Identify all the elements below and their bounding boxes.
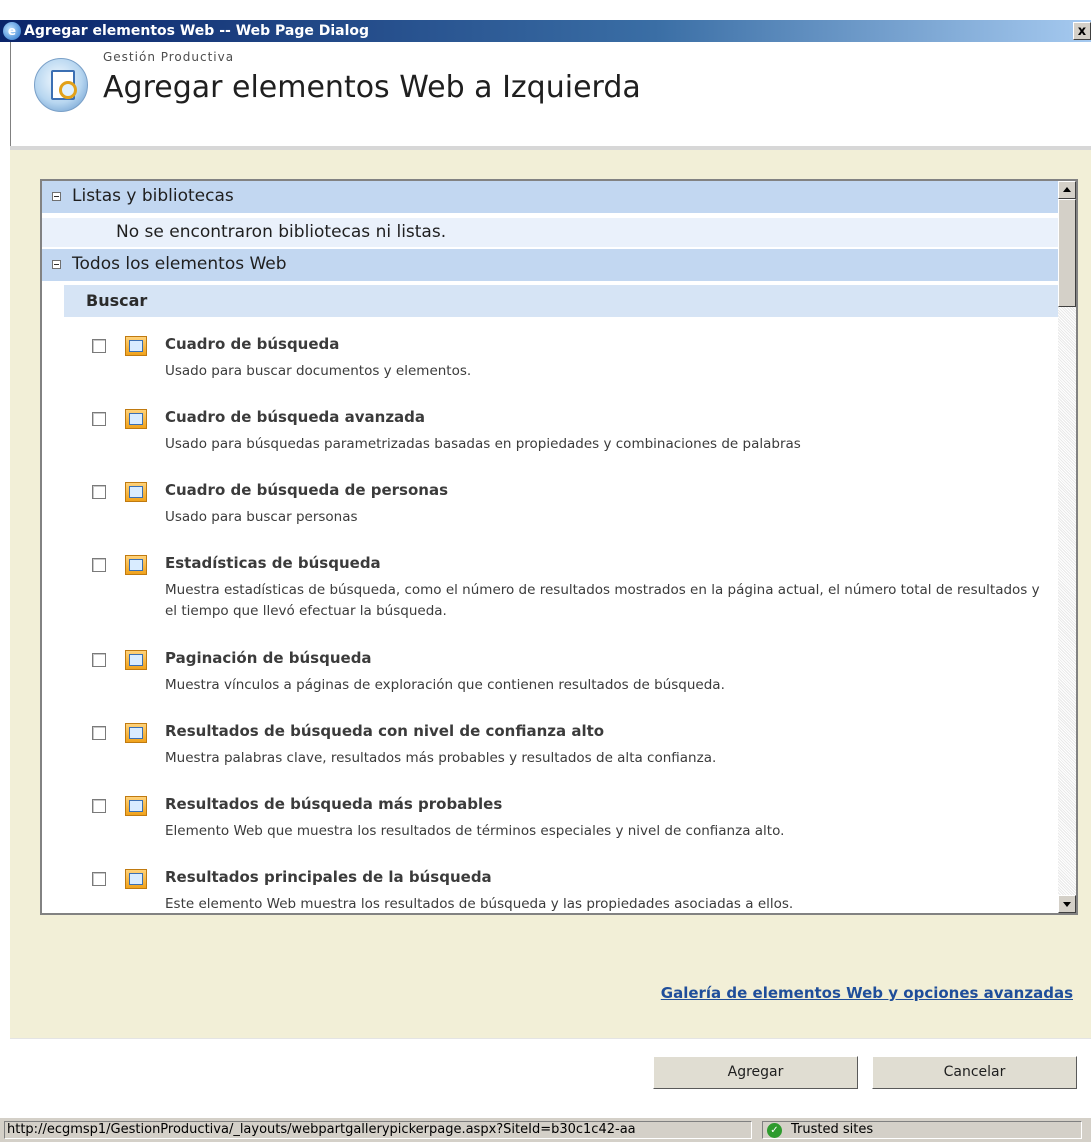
web-part-title: Estadísticas de búsqueda bbox=[165, 554, 381, 572]
scrollbar-thumb[interactable] bbox=[1058, 199, 1076, 307]
security-zone[interactable]: ✓ Trusted sites bbox=[762, 1121, 1082, 1139]
web-part-checkbox[interactable] bbox=[92, 799, 106, 813]
web-parts-list: Listas y bibliotecas No se encontraron b… bbox=[42, 181, 1058, 913]
empty-message-text: No se encontraron bibliotecas ni listas. bbox=[116, 222, 447, 242]
web-part-title: Resultados principales de la búsqueda bbox=[165, 868, 492, 886]
close-icon[interactable]: x bbox=[1073, 22, 1091, 40]
web-parts-list-panel: Listas y bibliotecas No se encontraron b… bbox=[40, 179, 1078, 915]
group-header-all-web-parts[interactable]: Todos los elementos Web bbox=[42, 249, 1058, 281]
web-part-checkbox[interactable] bbox=[92, 558, 106, 572]
web-part-title: Cuadro de búsqueda avanzada bbox=[165, 408, 426, 426]
status-bar: http://ecgmsp1/GestionProductiva/_layout… bbox=[0, 1118, 1091, 1142]
web-part-icon bbox=[125, 336, 147, 356]
dialog-title: Agregar elementos Web -- Web Page Dialog bbox=[24, 23, 370, 39]
web-part-icon bbox=[125, 869, 147, 889]
status-url: http://ecgmsp1/GestionProductiva/_layout… bbox=[4, 1121, 752, 1139]
web-part-title: Cuadro de búsqueda bbox=[165, 335, 340, 353]
empty-lists-message: No se encontraron bibliotecas ni listas. bbox=[42, 218, 1058, 247]
add-button[interactable]: Agregar bbox=[653, 1056, 858, 1089]
web-part-title: Resultados de búsqueda más probables bbox=[165, 795, 503, 813]
web-part-checkbox[interactable] bbox=[92, 872, 106, 886]
web-part-gallery-icon bbox=[34, 58, 88, 112]
web-part-description: Usado para búsquedas parametrizadas basa… bbox=[165, 436, 801, 452]
web-part-icon bbox=[125, 409, 147, 429]
internet-explorer-icon: e bbox=[3, 22, 21, 40]
scroll-up-arrow-icon[interactable] bbox=[1058, 181, 1076, 199]
web-part-icon bbox=[125, 482, 147, 502]
zone-label: Trusted sites bbox=[791, 1122, 874, 1137]
web-part-description: Usado para buscar documentos y elementos… bbox=[165, 363, 472, 379]
web-part-icon bbox=[125, 650, 147, 670]
vertical-scrollbar[interactable] bbox=[1058, 181, 1076, 913]
page-header: Gestión Productiva Agregar elementos Web… bbox=[10, 42, 1091, 148]
page-title: Agregar elementos Web a Izquierda bbox=[103, 70, 641, 105]
collapse-icon[interactable] bbox=[52, 192, 61, 201]
web-part-title: Cuadro de búsqueda de personas bbox=[165, 481, 449, 499]
dialog-body: Listas y bibliotecas No se encontraron b… bbox=[10, 150, 1091, 1038]
web-part-title: Paginación de búsqueda bbox=[165, 649, 372, 667]
web-part-icon bbox=[125, 555, 147, 575]
web-part-description: Este elemento Web muestra los resultados… bbox=[165, 896, 794, 912]
dialog-title-bar[interactable]: e Agregar elementos Web -- Web Page Dial… bbox=[0, 20, 1091, 42]
web-part-checkbox[interactable] bbox=[92, 412, 106, 426]
web-part-description: Usado para buscar personas bbox=[165, 509, 358, 525]
category-header-search: Buscar bbox=[64, 285, 1058, 317]
checkmark-icon: ✓ bbox=[767, 1123, 782, 1138]
category-label: Buscar bbox=[86, 291, 148, 310]
web-part-description: Elemento Web que muestra los resultados … bbox=[165, 823, 785, 839]
scroll-down-arrow-icon[interactable] bbox=[1058, 895, 1076, 913]
web-part-gallery-link[interactable]: Galería de elementos Web y opciones avan… bbox=[661, 984, 1073, 1002]
web-part-description: Muestra vínculos a páginas de exploració… bbox=[165, 677, 725, 693]
web-part-checkbox[interactable] bbox=[92, 339, 106, 353]
group-label: Todos los elementos Web bbox=[72, 254, 287, 274]
web-part-icon bbox=[125, 723, 147, 743]
web-part-checkbox[interactable] bbox=[92, 485, 106, 499]
group-header-lists[interactable]: Listas y bibliotecas bbox=[42, 181, 1058, 213]
web-part-description: Muestra estadísticas de búsqueda, como e… bbox=[165, 582, 1040, 619]
web-part-checkbox[interactable] bbox=[92, 726, 106, 740]
web-part-description: Muestra palabras clave, resultados más p… bbox=[165, 750, 717, 766]
web-part-title: Resultados de búsqueda con nivel de conf… bbox=[165, 722, 605, 740]
site-breadcrumb[interactable]: Gestión Productiva bbox=[103, 50, 234, 64]
web-part-icon bbox=[125, 796, 147, 816]
group-label: Listas y bibliotecas bbox=[72, 186, 234, 206]
web-part-checkbox[interactable] bbox=[92, 653, 106, 667]
collapse-icon[interactable] bbox=[52, 260, 61, 269]
dialog-footer: Agregar Cancelar bbox=[10, 1038, 1091, 1119]
cancel-button[interactable]: Cancelar bbox=[872, 1056, 1077, 1089]
